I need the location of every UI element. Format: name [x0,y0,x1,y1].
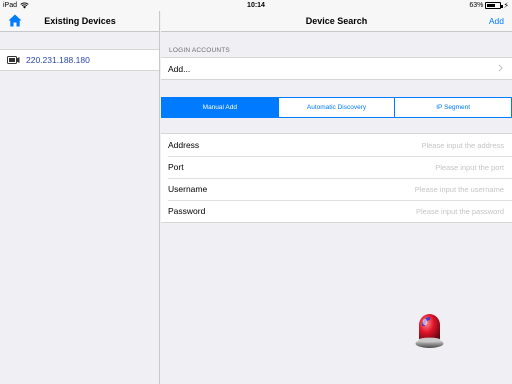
alarm-siren-icon[interactable] [414,311,445,349]
existing-devices-pane: Existing Devices 220.231.188.180 [0,11,160,384]
search-mode-segmented-control: Manual Add Automatic Discovery IP Segmen… [161,97,512,118]
battery-percent: 63% [469,2,484,9]
add-login-account-row[interactable]: Add... [161,58,512,79]
username-label: Username [168,184,208,194]
camera-icon [7,56,20,64]
address-label: Address [168,140,200,150]
port-row: Port [161,156,512,178]
device-list: 220.231.188.180 [0,49,159,71]
right-navigation-bar: Device Search Add [161,11,512,32]
login-accounts-header: LOGIN ACCOUNTS [169,47,230,54]
password-input[interactable] [304,204,504,218]
status-bar-right: 63% ⚡︎ [469,0,509,11]
left-pane-title: Existing Devices [44,16,116,26]
battery-icon [485,2,504,9]
segment-manual-add[interactable]: Manual Add [162,98,279,117]
right-pane-title: Device Search [305,16,368,26]
left-navigation-bar: Existing Devices [0,11,159,32]
status-time: 10:14 [247,2,265,9]
address-row: Address [161,134,512,156]
username-row: Username [161,178,512,200]
device-search-pane: Device Search Add LOGIN ACCOUNTS Add... … [161,11,512,384]
charging-bolt-icon: ⚡︎ [503,1,509,10]
port-input[interactable] [304,160,504,174]
username-input[interactable] [304,182,504,196]
address-input[interactable] [304,138,504,152]
device-list-item[interactable]: 220.231.188.180 [0,50,159,70]
chevron-right-icon [498,64,503,72]
device-ip: 220.231.188.180 [26,55,90,65]
segment-automatic-discovery[interactable]: Automatic Discovery [278,98,396,117]
segment-ip-segment[interactable]: IP Segment [395,98,512,117]
port-label: Port [168,162,184,172]
status-bar: iPad 10:14 63% ⚡︎ [0,0,512,11]
add-login-account-label: Add... [168,63,191,74]
password-label: Password [168,206,206,216]
add-button[interactable]: Add [489,11,504,31]
login-accounts-group: Add... [161,57,512,80]
password-row: Password [161,200,512,222]
manual-add-form: Address Port Username Password [161,133,512,223]
